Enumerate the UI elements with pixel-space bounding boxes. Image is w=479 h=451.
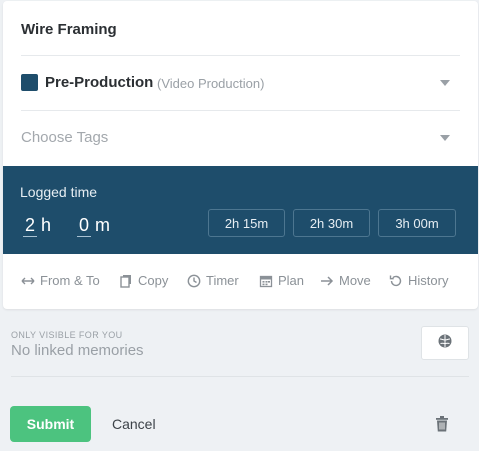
- logged-time-panel: Logged time 2h 0m 2h 15m 2h 30m 3h 00m: [3, 166, 478, 254]
- action-bar: From & To Copy Timer Plan Move History: [21, 269, 468, 293]
- arrows-horizontal-icon: [21, 274, 35, 288]
- from-to-button[interactable]: From & To: [21, 273, 100, 288]
- copy-button[interactable]: Copy: [119, 273, 168, 288]
- tags-selector[interactable]: Choose Tags: [21, 111, 460, 165]
- brain-icon: [437, 333, 453, 354]
- submit-button[interactable]: Submit: [10, 406, 91, 442]
- preset-button-2h15m[interactable]: 2h 15m: [208, 209, 285, 237]
- project-client: (Video Production): [157, 76, 265, 91]
- minutes-field[interactable]: 0m: [77, 214, 110, 237]
- chevron-down-icon: [440, 80, 450, 86]
- memories-empty-text: No linked memories: [11, 342, 144, 359]
- history-button[interactable]: History: [389, 273, 448, 288]
- hours-field[interactable]: 2h: [23, 214, 51, 237]
- from-to-label: From & To: [40, 273, 100, 288]
- minutes-value[interactable]: 0: [77, 214, 92, 237]
- minutes-unit: m: [95, 215, 111, 235]
- hours-value[interactable]: 2: [23, 214, 38, 237]
- memories-visibility-label: ONLY VISIBLE FOR YOU: [11, 330, 123, 340]
- project-color-swatch: [21, 74, 38, 91]
- move-label: Move: [339, 273, 371, 288]
- hours-unit: h: [41, 215, 52, 235]
- history-icon: [389, 274, 403, 288]
- cancel-button[interactable]: Cancel: [112, 416, 156, 432]
- history-label: History: [408, 273, 449, 288]
- footer-divider: [11, 376, 469, 377]
- copy-icon: [119, 274, 133, 288]
- preset-button-2h30m[interactable]: 2h 30m: [293, 209, 370, 237]
- title-row[interactable]: Wire Framing: [21, 1, 460, 56]
- entry-title[interactable]: Wire Framing: [21, 21, 117, 38]
- project-selector[interactable]: Pre-Production (Video Production): [21, 56, 460, 111]
- project-name: Pre-Production: [45, 74, 154, 91]
- arrow-right-icon: [320, 274, 334, 288]
- logged-time-label: Logged time: [20, 184, 98, 200]
- preset-button-3h00m[interactable]: 3h 00m: [378, 209, 456, 237]
- chevron-down-icon: [440, 135, 450, 141]
- plan-label: Plan: [278, 273, 305, 288]
- plan-button[interactable]: Plan: [259, 273, 304, 288]
- clock-icon: [187, 274, 201, 288]
- timer-label: Timer: [206, 273, 239, 288]
- time-entry-card: Wire Framing Pre-Production (Video Produ…: [3, 1, 478, 309]
- copy-label: Copy: [138, 273, 169, 288]
- calendar-icon: [259, 274, 273, 288]
- memories-button[interactable]: [421, 326, 469, 360]
- trash-icon[interactable]: [434, 415, 450, 433]
- tags-placeholder: Choose Tags: [21, 129, 109, 146]
- move-button[interactable]: Move: [320, 273, 371, 288]
- timer-button[interactable]: Timer: [187, 273, 239, 288]
